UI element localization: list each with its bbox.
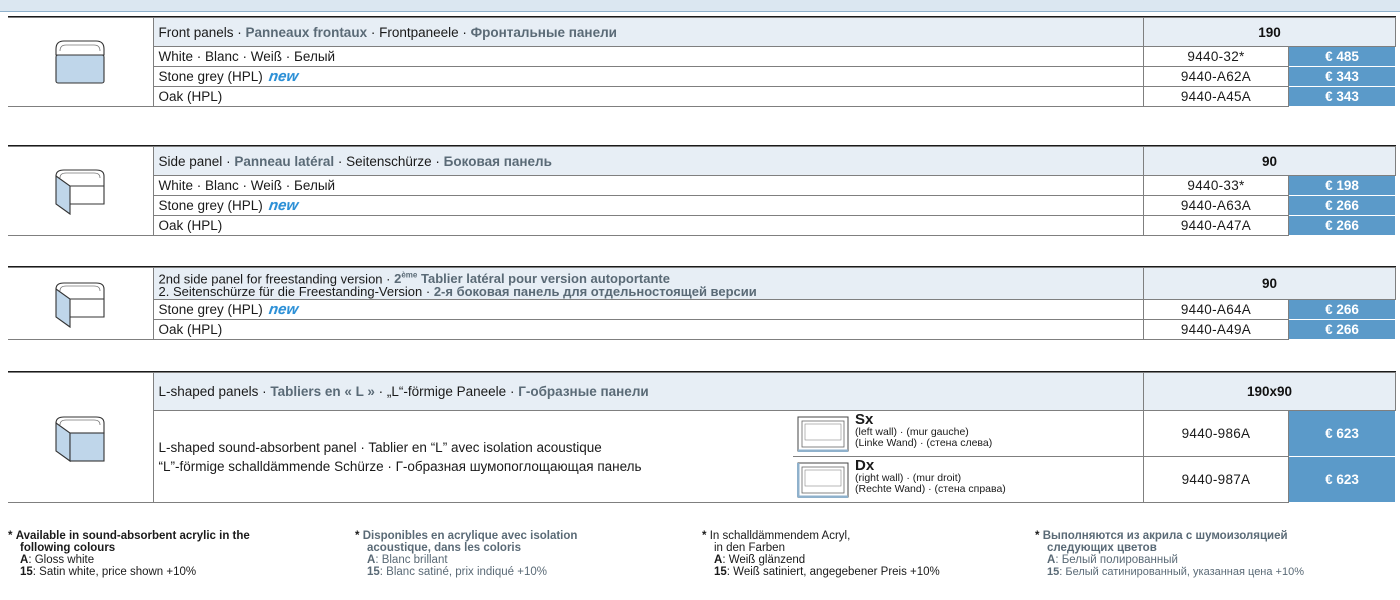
l-panel-description: L-shaped sound-absorbent panel · Tablier… xyxy=(152,410,793,503)
color-label: Stone grey (HPL) new xyxy=(152,66,1144,87)
color-label: Stone grey (HPL) new xyxy=(152,299,1144,321)
size-label: 90 xyxy=(1143,266,1396,301)
article-code: 9440-A63A xyxy=(1143,195,1289,216)
size-label: 90 xyxy=(1143,146,1396,176)
section-header: Side panel · Panneau latéral · Seitensch… xyxy=(152,146,1144,176)
section-header: 2nd side panel for freestanding version … xyxy=(152,266,1144,301)
color-label: White · Blanc · Weiß · Белый xyxy=(152,175,1144,196)
color-label: Stone grey (HPL) new xyxy=(152,195,1144,216)
side-panel-thumbnail xyxy=(8,146,154,236)
price: € 266 xyxy=(1288,319,1396,341)
article-code: 9440-A45A xyxy=(1143,86,1289,107)
article-code: 9440-33* xyxy=(1143,175,1289,196)
footnote-fr: * Disponibles en acrylique avec isolatio… xyxy=(355,530,578,578)
price: € 266 xyxy=(1288,215,1396,236)
section-second-side-panel: 2nd side panel for freestanding version … xyxy=(8,266,1396,341)
article-code: 9440-986A xyxy=(1143,410,1289,457)
footnote-de: * In schalldämmendem Acryl, in den Farbe… xyxy=(702,530,940,578)
color-label: Oak (HPL) xyxy=(152,319,1144,341)
price: € 623 xyxy=(1288,456,1396,503)
l-shaped-panel-thumbnail xyxy=(8,372,154,503)
price: € 266 xyxy=(1288,195,1396,216)
color-label: White · Blanc · Weiß · Белый xyxy=(152,46,1144,67)
bathtub-l-shaped-panel-icon xyxy=(55,415,105,462)
price: € 343 xyxy=(1288,66,1396,87)
front-panel-thumbnail xyxy=(8,17,154,107)
new-badge: new xyxy=(267,301,300,319)
section-header: L-shaped panels · Tabliers en « L » · „L… xyxy=(152,372,1144,411)
footnote-en: * Available in sound-absorbent acrylic i… xyxy=(8,530,250,578)
article-code: 9440-A49A xyxy=(1143,319,1289,341)
top-band xyxy=(0,0,1400,12)
article-code: 9440-A62A xyxy=(1143,66,1289,87)
left-wall-icon xyxy=(797,416,849,452)
size-label: 190 xyxy=(1143,17,1396,47)
section-l-shaped-panels: L-shaped panels · Tabliers en « L » · „L… xyxy=(8,371,1396,503)
article-code: 9440-A64A xyxy=(1143,299,1289,321)
article-code: 9440-32* xyxy=(1143,46,1289,67)
price: € 343 xyxy=(1288,86,1396,107)
section-header: Front panels · Panneaux frontaux · Front… xyxy=(152,17,1144,47)
size-label: 190x90 xyxy=(1143,372,1396,411)
bathtub-side-panel-icon xyxy=(55,169,105,216)
right-wall-icon xyxy=(797,462,849,498)
color-label: Oak (HPL) xyxy=(152,215,1144,236)
price: € 623 xyxy=(1288,410,1396,457)
color-label: Oak (HPL) xyxy=(152,86,1144,107)
variant-name: Dx xyxy=(855,457,875,474)
variant-dx: Dx (right wall) · (mur droit) (Rechte Wa… xyxy=(793,456,1144,503)
bathtub-front-panel-icon xyxy=(55,40,105,84)
section-side-panel: Side panel · Panneau latéral · Seitensch… xyxy=(8,145,1396,236)
new-badge: new xyxy=(267,197,300,214)
second-side-panel-thumbnail xyxy=(8,266,154,341)
variant-name: Sx xyxy=(855,411,874,428)
bathtub-freestanding-side-panel-icon xyxy=(55,282,105,328)
section-front-panels: Front panels · Panneaux frontaux · Front… xyxy=(8,16,1396,107)
article-code: 9440-987A xyxy=(1143,456,1289,503)
new-badge: new xyxy=(267,68,300,85)
price: € 266 xyxy=(1288,299,1396,321)
price: € 485 xyxy=(1288,46,1396,67)
footnote-ru: * Выполняются из акрила с шумоизоляцией … xyxy=(1035,530,1304,578)
variant-sx: Sx (left wall) · (mur gauche) (Linke Wan… xyxy=(793,410,1144,457)
price: € 198 xyxy=(1288,175,1396,196)
article-code: 9440-A47A xyxy=(1143,215,1289,236)
